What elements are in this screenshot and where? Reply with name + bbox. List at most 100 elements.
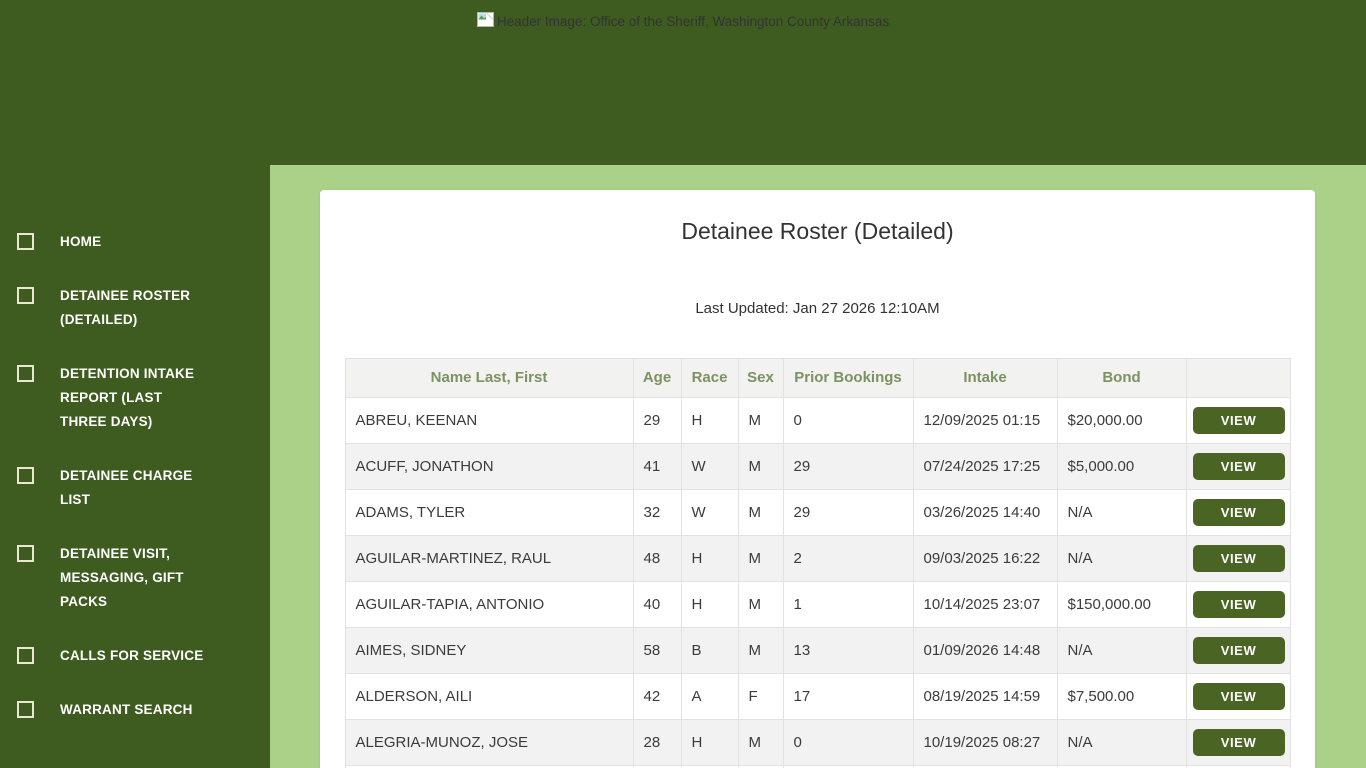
sidebar-item[interactable]: CALLS FOR SERVICE	[0, 644, 270, 668]
sidebar-item-label: DETENTION INTAKE REPORT (LAST THREE DAYS…	[60, 366, 195, 429]
view-button[interactable]: VIEW	[1192, 453, 1285, 480]
table-row: AGUILAR-TAPIA, ANTONIO 40 H M 1 10/14/20…	[344, 581, 1291, 628]
sidebar-item[interactable]: DETAINEE CHARGE LIST	[0, 464, 270, 512]
cell-actions: VIEW	[1185, 535, 1291, 582]
sidebar-item-label: WARRANT SEARCH	[60, 702, 193, 717]
cell-age: 42	[632, 673, 682, 720]
sidebar-item-label: DETAINEE CHARGE LIST	[60, 468, 193, 507]
table-body: ABREU, KEENAN 29 H M 0 12/09/2025 01:15 …	[344, 397, 1291, 768]
cell-prior-bookings: 0	[782, 719, 914, 766]
page-title: Detainee Roster (Detailed)	[681, 218, 954, 244]
view-button[interactable]: VIEW	[1192, 545, 1285, 572]
cell-name: AIMES, SIDNEY	[344, 627, 634, 674]
cell-race: H	[680, 535, 739, 582]
view-button[interactable]: VIEW	[1192, 499, 1285, 526]
cell-sex: M	[737, 581, 784, 628]
cell-age: 32	[632, 489, 682, 536]
cell-name: AGUILAR-TAPIA, ANTONIO	[344, 581, 634, 628]
cell-name: AGUILAR-MARTINEZ, RAUL	[344, 535, 634, 582]
cell-actions: VIEW	[1185, 719, 1291, 766]
cell-bond: $5,000.00	[1056, 443, 1187, 490]
cell-bond: N/A	[1056, 535, 1187, 582]
cell-race: W	[680, 443, 739, 490]
cell-intake: 09/03/2025 16:22	[912, 535, 1058, 582]
sidebar-item[interactable]: DETAINEE VISIT, MESSAGING, GIFT PACKS	[0, 542, 270, 614]
cell-actions: VIEW	[1185, 673, 1291, 720]
broken-image-icon	[476, 12, 494, 30]
cell-intake: 08/19/2025 14:59	[912, 673, 1058, 720]
sidebar-item-label: DETAINEE VISIT, MESSAGING, GIFT PACKS	[60, 546, 184, 609]
table-row: ABREU, KEENAN 29 H M 0 12/09/2025 01:15 …	[344, 397, 1291, 444]
sidebar-menu: HOME DETAINEE ROSTER (DETAILED) DETENTIO…	[0, 230, 270, 752]
cell-name: ALDERSON, AILI	[344, 673, 634, 720]
cell-race: H	[680, 397, 739, 444]
cell-bond: N/A	[1056, 489, 1187, 536]
broken-image-icon	[17, 365, 34, 382]
broken-image-icon	[17, 545, 34, 562]
cell-age: 29	[632, 397, 682, 444]
cell-name: ALEGRIA-MUNOZ, JOSE	[344, 719, 634, 766]
cell-intake: 10/14/2025 23:07	[912, 581, 1058, 628]
cell-prior-bookings: 17	[782, 673, 914, 720]
cell-prior-bookings: 29	[782, 443, 914, 490]
view-button[interactable]: VIEW	[1192, 591, 1285, 618]
column-header-name: Name Last, First	[344, 358, 634, 398]
cell-sex: M	[737, 489, 784, 536]
column-header-sex: Sex	[737, 358, 784, 398]
cell-actions: VIEW	[1185, 627, 1291, 674]
table-row: AGUILAR-MARTINEZ, RAUL 48 H M 2 09/03/20…	[344, 535, 1291, 582]
cell-bond: N/A	[1056, 627, 1187, 674]
table-row: ADAMS, TYLER 32 W M 29 03/26/2025 14:40 …	[344, 489, 1291, 536]
column-header-intake: Intake	[912, 358, 1058, 398]
cell-intake: 03/26/2025 14:40	[912, 489, 1058, 536]
sidebar-item[interactable]: DETAINEE ROSTER (DETAILED)	[0, 284, 270, 332]
cell-actions: VIEW	[1185, 397, 1291, 444]
cell-name: ADAMS, TYLER	[344, 489, 634, 536]
header-image-alt-text: Header Image: Office of the Sheriff, Was…	[496, 13, 890, 29]
cell-age: 58	[632, 627, 682, 674]
cell-intake: 01/09/2026 14:48	[912, 627, 1058, 674]
cell-prior-bookings: 1	[782, 581, 914, 628]
cell-sex: M	[737, 627, 784, 674]
cell-actions: VIEW	[1185, 581, 1291, 628]
cell-actions: VIEW	[1185, 489, 1291, 536]
cell-name: ACUFF, JONATHON	[344, 443, 634, 490]
table-row: ALEGRIA-MUNOZ, JOSE 28 H M 0 10/19/2025 …	[344, 719, 1291, 766]
cell-prior-bookings: 13	[782, 627, 914, 674]
cell-sex: M	[737, 535, 784, 582]
cell-bond: N/A	[1056, 719, 1187, 766]
view-button[interactable]: VIEW	[1192, 729, 1285, 756]
view-button[interactable]: VIEW	[1192, 407, 1285, 434]
sidebar-item-label: HOME	[60, 234, 102, 249]
cell-race: H	[680, 581, 739, 628]
cell-sex: M	[737, 397, 784, 444]
cell-race: W	[680, 489, 739, 536]
broken-image-icon	[17, 467, 34, 484]
broken-image-icon	[17, 287, 34, 304]
cell-prior-bookings: 29	[782, 489, 914, 536]
cell-age: 40	[632, 581, 682, 628]
cell-prior-bookings: 0	[782, 397, 914, 444]
cell-age: 28	[632, 719, 682, 766]
view-button[interactable]: VIEW	[1192, 637, 1285, 664]
table-row: ACUFF, JONATHON 41 W M 29 07/24/2025 17:…	[344, 443, 1291, 490]
sidebar-item[interactable]: HOME	[0, 230, 270, 254]
cell-sex: F	[737, 673, 784, 720]
sidebar-item[interactable]: DETENTION INTAKE REPORT (LAST THREE DAYS…	[0, 362, 270, 434]
column-header-race: Race	[680, 358, 739, 398]
column-header-actions	[1185, 358, 1291, 398]
sidebar: HOME DETAINEE ROSTER (DETAILED) DETENTIO…	[0, 0, 270, 768]
cell-sex: M	[737, 719, 784, 766]
cell-prior-bookings: 2	[782, 535, 914, 582]
sidebar-item[interactable]: WARRANT SEARCH	[0, 698, 270, 722]
cell-intake: 07/24/2025 17:25	[912, 443, 1058, 490]
table-row: AIMES, SIDNEY 58 B M 13 01/09/2026 14:48…	[344, 627, 1291, 674]
last-updated-text: Last Updated: Jan 27 2026 12:10AM	[695, 300, 940, 317]
column-header-bond: Bond	[1056, 358, 1187, 398]
cell-name: ABREU, KEENAN	[344, 397, 634, 444]
sidebar-item-label: DETAINEE ROSTER (DETAILED)	[60, 288, 191, 327]
column-header-prior_bookings: Prior Bookings	[782, 358, 914, 398]
table-header-row: Name Last, First Age Race Sex Prior Bookings…	[344, 358, 1291, 398]
view-button[interactable]: VIEW	[1192, 683, 1285, 710]
cell-age: 41	[632, 443, 682, 490]
